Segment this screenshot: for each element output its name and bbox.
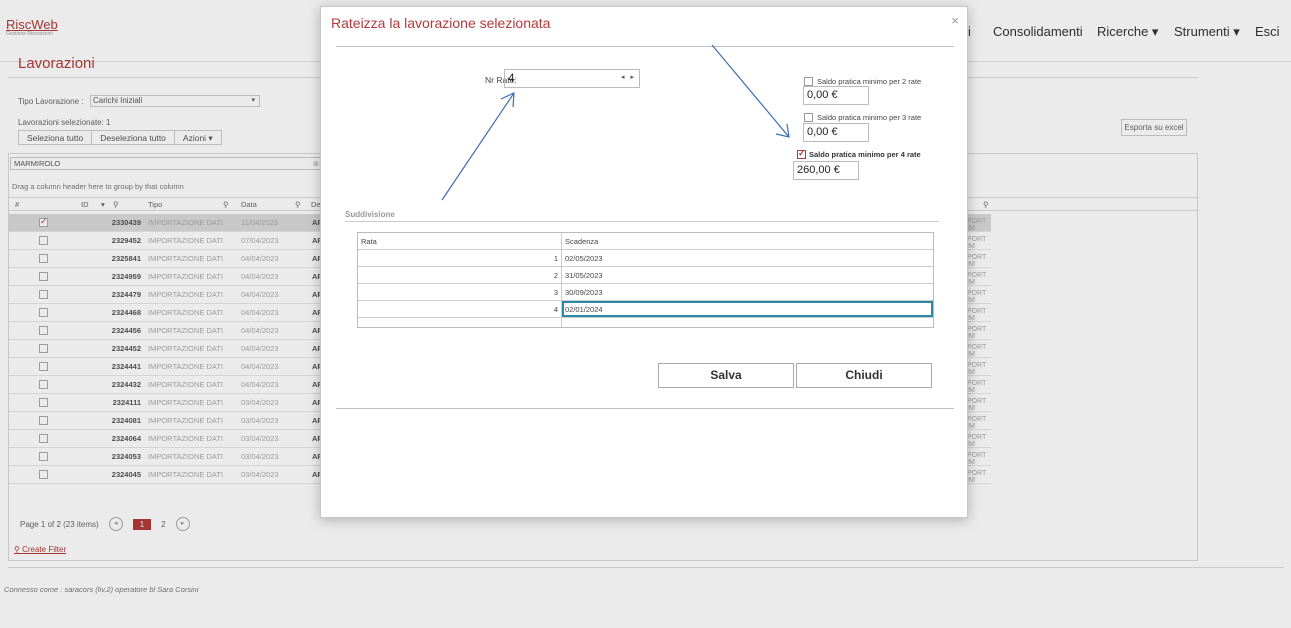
empty-cell (562, 318, 933, 327)
modal-title: Rateizza la lavorazione selezionata (331, 15, 551, 31)
table-row: 1 02/05/2023 (358, 250, 933, 267)
close-button[interactable]: Chiudi (796, 363, 932, 388)
save-button[interactable]: Salva (658, 363, 794, 388)
saldo-2-rate-checkbox[interactable] (804, 77, 813, 86)
table-row: 2 31/05/2023 (358, 267, 933, 284)
column-header-rata: Rata (358, 233, 562, 249)
saldo-3-rate-input[interactable]: 0,00 € (803, 123, 869, 142)
modal-footer-divider (336, 408, 954, 409)
modal-header-divider (336, 46, 954, 47)
nr-rate-input[interactable]: 4 (504, 69, 640, 88)
annotation-arrow-saldo (711, 44, 790, 138)
rata-cell: 2 (358, 267, 562, 283)
table-empty-row (358, 318, 933, 327)
saldo-4-rate-checkbox[interactable] (797, 148, 806, 159)
rate-table: Rata Scadenza 1 02/05/2023 2 31/05/2023 … (357, 232, 934, 328)
scadenza-cell[interactable]: 30/09/2023 (562, 284, 933, 300)
rata-cell: 1 (358, 250, 562, 266)
saldo-2-rate-label: Saldo pratica minimo per 2 rate (817, 77, 922, 86)
saldo-4-rate-label: Saldo pratica minimo per 4 rate (809, 150, 921, 159)
suddivisione-divider (345, 221, 939, 222)
saldo-3-rate-label: Saldo pratica minimo per 3 rate (817, 113, 922, 122)
nr-rate-value: 4 (508, 71, 515, 85)
annotation-arrow-nr-rate (441, 92, 515, 201)
arrowhead-icon (775, 123, 790, 138)
saldo-3-rate-checkbox[interactable] (804, 113, 813, 122)
saldo-2-rate-input[interactable]: 0,00 € (803, 86, 869, 105)
empty-cell (358, 318, 562, 327)
close-icon[interactable]: × (951, 13, 959, 28)
scadenza-cell[interactable]: 31/05/2023 (562, 267, 933, 283)
saldo-4-rate-value: 260,00 € (797, 164, 840, 176)
rata-cell: 4 (358, 301, 562, 317)
table-row: 4 02/01/2024 (358, 301, 933, 318)
suddivisione-label: Suddivisione (345, 210, 395, 219)
saldo-2-rate-value: 0,00 € (807, 89, 838, 101)
column-header-scadenza: Scadenza (565, 237, 599, 246)
table-row: 3 30/09/2023 (358, 284, 933, 301)
scadenza-cell[interactable]: 02/05/2023 (562, 250, 933, 266)
saldo-3-rate-value: 0,00 € (807, 126, 838, 138)
arrowhead-icon (500, 92, 515, 108)
saldo-4-rate-input[interactable]: 260,00 € (793, 161, 859, 180)
rata-cell: 3 (358, 284, 562, 300)
spinner-arrows-icon[interactable]: ◂ ▸ (621, 73, 636, 81)
table-header-row: Rata Scadenza (358, 233, 933, 250)
rateizza-modal: Rateizza la lavorazione selezionata × Nr… (320, 6, 968, 518)
scadenza-cell-focused[interactable]: 02/01/2024 (562, 301, 933, 317)
